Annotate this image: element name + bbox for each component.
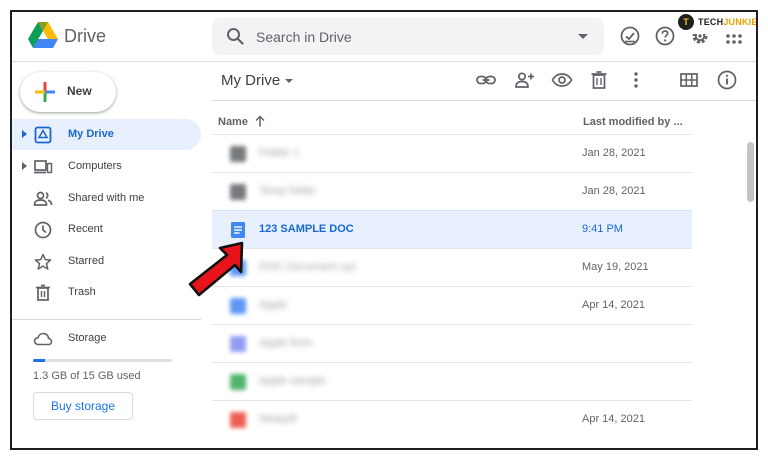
drive-window: Drive Search in Drive T TECHJUNKIE New M…: [10, 10, 758, 450]
new-button-label: New: [67, 84, 92, 98]
column-header-last-modified[interactable]: Last modified by ...: [583, 116, 683, 128]
table-row[interactable]: Newpdf Apr 14, 2021: [212, 400, 692, 438]
storage-usage-text: 1.3 GB of 15 GB used: [33, 370, 141, 382]
star-icon: [34, 253, 52, 270]
file-name: Apple sample: [259, 375, 326, 387]
sidebar-item-label: Recent: [68, 223, 103, 235]
delete-trash-icon[interactable]: [588, 69, 610, 91]
sidebar-item-trash[interactable]: Trash: [12, 277, 201, 308]
techjunkie-watermark: T TECHJUNKIE: [676, 12, 758, 34]
table-row[interactable]: Apple Apr 14, 2021: [212, 286, 692, 324]
file-name: 123 SAMPLE DOC: [259, 223, 354, 235]
search-options-icon[interactable]: [578, 34, 588, 39]
search-input[interactable]: [256, 18, 556, 55]
sidebar-item-label: Computers: [68, 160, 122, 172]
doc-file-icon: [230, 298, 246, 314]
red-pointer-arrow-icon: [188, 241, 244, 297]
top-bar: Drive Search in Drive T TECHJUNKIE: [12, 12, 756, 62]
folder-file-icon: [230, 146, 246, 162]
file-last-modified: Apr 14, 2021: [582, 413, 645, 425]
buy-storage-button[interactable]: Buy storage: [33, 392, 133, 420]
page-title[interactable]: My Drive: [221, 72, 280, 89]
my-drive-icon: [34, 126, 52, 144]
app-name[interactable]: Drive: [64, 26, 106, 47]
chevron-down-icon[interactable]: [285, 79, 293, 83]
storage-label: Storage: [68, 332, 107, 344]
form-file-icon: [230, 336, 246, 352]
sidebar-item-label: Shared with me: [68, 192, 145, 204]
table-row[interactable]: 123 SAMPLE DOC 9:41 PM: [212, 210, 692, 248]
table-row[interactable]: Folder 1 Jan 28, 2021: [212, 134, 692, 172]
search-icon[interactable]: [226, 27, 244, 45]
storage-usage-bar: [33, 359, 172, 362]
more-options-icon[interactable]: [625, 69, 647, 91]
preview-eye-icon[interactable]: [551, 69, 573, 91]
file-last-modified: 9:41 PM: [582, 223, 623, 235]
column-header-name[interactable]: Name: [218, 116, 248, 128]
plus-icon: [35, 82, 55, 102]
table-row[interactable]: Apple sample: [212, 362, 692, 400]
sidebar-item-label: Starred: [68, 255, 105, 267]
sidebar-divider: [12, 319, 201, 320]
table-row[interactable]: Apple form: [212, 324, 692, 362]
sidebar-item-my-drive[interactable]: My Drive: [12, 119, 201, 150]
watermark-text: TECHJUNKIE: [698, 17, 758, 27]
file-last-modified: Apr 14, 2021: [582, 299, 645, 311]
scrollbar-thumb[interactable]: [747, 142, 754, 202]
trash-icon: [36, 284, 50, 301]
file-last-modified: Jan 28, 2021: [582, 147, 646, 159]
file-name: Temp folder: [259, 185, 317, 197]
grid-view-icon[interactable]: [678, 69, 700, 91]
add-person-icon[interactable]: [513, 69, 535, 91]
doc-file-icon: [230, 222, 246, 238]
sidebar-item-computers[interactable]: Computers: [12, 151, 201, 182]
sidebar-item-shared-with-me[interactable]: Shared with me: [12, 183, 201, 214]
sidebar-item-recent[interactable]: Recent: [12, 214, 201, 245]
offline-check-icon[interactable]: [619, 25, 641, 47]
search-bar[interactable]: [212, 18, 604, 55]
watermark-prefix: TECH: [698, 17, 724, 27]
file-name: Newpdf: [259, 413, 297, 425]
sidebar-item-storage[interactable]: Storage: [12, 323, 201, 354]
storage-usage-fill: [33, 359, 46, 362]
info-icon[interactable]: [716, 69, 738, 91]
file-last-modified: Jan 28, 2021: [582, 185, 646, 197]
expand-arrow-icon[interactable]: [22, 162, 27, 170]
folder-file-icon: [230, 184, 246, 200]
expand-arrow-icon[interactable]: [22, 130, 27, 138]
new-button[interactable]: New: [20, 72, 116, 112]
table-row[interactable]: DOC Document xyz May 19, 2021: [212, 248, 692, 286]
file-name: Folder 1: [259, 147, 300, 159]
file-name: DOC Document xyz: [259, 261, 357, 273]
pdf-file-icon: [230, 412, 246, 428]
file-name: Apple: [259, 299, 288, 311]
clock-icon: [34, 221, 52, 239]
techjunkie-logo-icon: T: [678, 14, 694, 30]
toolbar-divider: [212, 100, 756, 101]
sidebar-item-label: My Drive: [68, 128, 114, 140]
table-row[interactable]: Temp folder Jan 28, 2021: [212, 172, 692, 210]
help-icon[interactable]: [654, 25, 676, 47]
sidebar-item-label: Trash: [68, 286, 96, 298]
file-name: Apple form: [259, 337, 313, 349]
file-last-modified: May 19, 2021: [582, 261, 649, 273]
sidebar-item-starred[interactable]: Starred: [12, 246, 201, 277]
sort-arrow-up-icon[interactable]: [253, 114, 267, 128]
computers-icon: [34, 160, 53, 174]
sheet-file-icon: [230, 374, 246, 390]
shared-icon: [33, 191, 53, 206]
watermark-suffix: JUNKIE: [723, 17, 758, 27]
file-list: Folder 1 Jan 28, 2021 Temp folder Jan 28, 2…: [212, 134, 692, 438]
drive-logo-icon[interactable]: [28, 22, 58, 48]
link-icon[interactable]: [475, 69, 497, 91]
cloud-icon: [33, 332, 53, 346]
